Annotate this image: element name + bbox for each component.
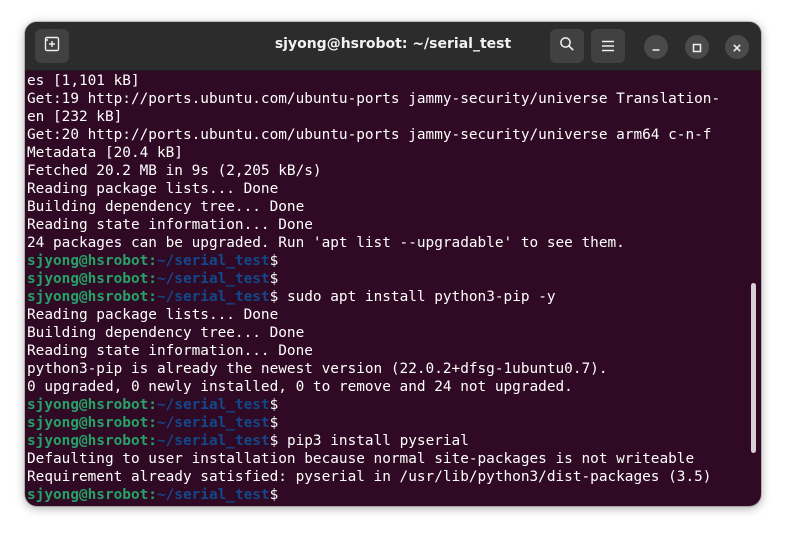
prompt-path: ~/serial_test [156, 253, 270, 269]
output-line: Defaulting to user installation because … [27, 451, 695, 467]
prompt-user-host: sjyong@hsrobot [27, 433, 149, 449]
prompt-path: ~/serial_test [156, 397, 270, 413]
output-line: en [232 kB] [27, 109, 123, 125]
prompt-separator: : [148, 271, 157, 287]
maximize-icon [692, 38, 702, 57]
prompt-line: sjyong@hsrobot:~/serial_test$ pip3 insta… [27, 432, 469, 450]
prompt-separator: : [148, 397, 157, 413]
prompt-path: ~/serial_test [156, 415, 270, 431]
output-line: Building dependency tree... Done [27, 199, 305, 215]
prompt-symbol: $ [269, 433, 279, 449]
prompt-symbol: $ [269, 415, 279, 431]
prompt-line: sjyong@hsrobot:~/serial_test$ [27, 252, 278, 270]
prompt-path: ~/serial_test [156, 271, 270, 287]
prompt-separator: : [148, 415, 157, 431]
output-line: 0 upgraded, 0 newly installed, 0 to remo… [27, 379, 573, 395]
prompt-separator: : [148, 487, 157, 503]
output-line: Fetched 20.2 MB in 9s (2,205 kB/s) [27, 163, 322, 179]
prompt-path: ~/serial_test [156, 433, 270, 449]
prompt-line: sjyong@hsrobot:~/serial_test$ [27, 486, 278, 504]
output-line: Get:20 http://ports.ubuntu.com/ubuntu-po… [27, 127, 712, 143]
menu-button[interactable] [591, 29, 625, 63]
close-icon [732, 38, 742, 57]
output-line: Metadata [20.4 kB] [27, 145, 183, 161]
prompt-line: sjyong@hsrobot:~/serial_test$ [27, 396, 278, 414]
prompt-line: sjyong@hsrobot:~/serial_test$ [27, 414, 278, 432]
scrollbar[interactable] [751, 283, 756, 453]
prompt-user-host: sjyong@hsrobot [27, 271, 149, 287]
output-line: es [1,101 kB] [27, 73, 140, 89]
output-line: 24 packages can be upgraded. Run 'apt li… [27, 235, 625, 251]
window-title: sjyong@hsrobot: ~/serial_test [274, 36, 512, 52]
output-line: Reading package lists... Done [27, 181, 279, 197]
prompt-symbol: $ [269, 397, 279, 413]
prompt-user-host: sjyong@hsrobot [27, 415, 149, 431]
terminal-window: sjyong@hsrobot: ~/serial_test es [1,101 … [25, 22, 761, 506]
prompt-line: sjyong@hsrobot:~/serial_test$ sudo apt i… [27, 288, 556, 306]
hamburger-menu-icon [601, 37, 615, 56]
prompt-separator: : [148, 253, 157, 269]
prompt-user-host: sjyong@hsrobot [27, 487, 149, 503]
output-line: Reading state information... Done [27, 217, 313, 233]
output-line: Reading state information... Done [27, 343, 313, 359]
command-text: pip3 install pyserial [278, 433, 469, 449]
prompt-user-host: sjyong@hsrobot [27, 289, 149, 305]
prompt-symbol: $ [269, 289, 279, 305]
output-line: Building dependency tree... Done [27, 325, 305, 341]
prompt-line: sjyong@hsrobot:~/serial_test$ [27, 270, 278, 288]
search-icon [559, 36, 575, 56]
prompt-symbol: $ [269, 271, 279, 287]
maximize-button[interactable] [685, 35, 709, 59]
new-tab-icon [44, 36, 60, 56]
output-line: Reading package lists... Done [27, 307, 279, 323]
prompt-separator: : [148, 289, 157, 305]
prompt-path: ~/serial_test [156, 289, 270, 305]
new-tab-button[interactable] [35, 29, 69, 63]
prompt-user-host: sjyong@hsrobot [27, 253, 149, 269]
terminal-output[interactable]: es [1,101 kB] Get:19 http://ports.ubuntu.… [25, 71, 761, 506]
search-button[interactable] [550, 29, 584, 63]
output-line: Requirement already satisfied: pyserial … [27, 469, 712, 485]
prompt-symbol: $ [269, 253, 279, 269]
prompt-separator: : [148, 433, 157, 449]
close-button[interactable] [725, 35, 749, 59]
output-line: python3-pip is already the newest versio… [27, 361, 608, 377]
title-bar[interactable]: sjyong@hsrobot: ~/serial_test [25, 22, 761, 71]
prompt-user-host: sjyong@hsrobot [27, 397, 149, 413]
output-line: Get:19 http://ports.ubuntu.com/ubuntu-po… [27, 91, 721, 107]
prompt-symbol: $ [269, 487, 279, 503]
prompt-path: ~/serial_test [156, 487, 270, 503]
minimize-icon [651, 38, 661, 57]
minimize-button[interactable] [644, 35, 668, 59]
command-text: sudo apt install python3-pip -y [278, 289, 556, 305]
